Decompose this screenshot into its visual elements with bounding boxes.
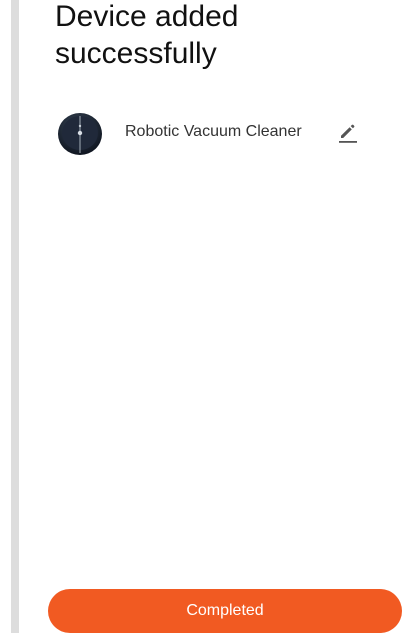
page-title: Device added successfully [55, 0, 239, 70]
device-name: Robotic Vacuum Cleaner [125, 123, 302, 140]
left-edge-bar [11, 0, 19, 633]
robot-vacuum-icon [58, 113, 102, 155]
device-row: Robotic Vacuum Cleaner [57, 110, 387, 156]
pencil-icon[interactable] [336, 120, 360, 144]
completed-button[interactable]: Completed [48, 589, 402, 633]
